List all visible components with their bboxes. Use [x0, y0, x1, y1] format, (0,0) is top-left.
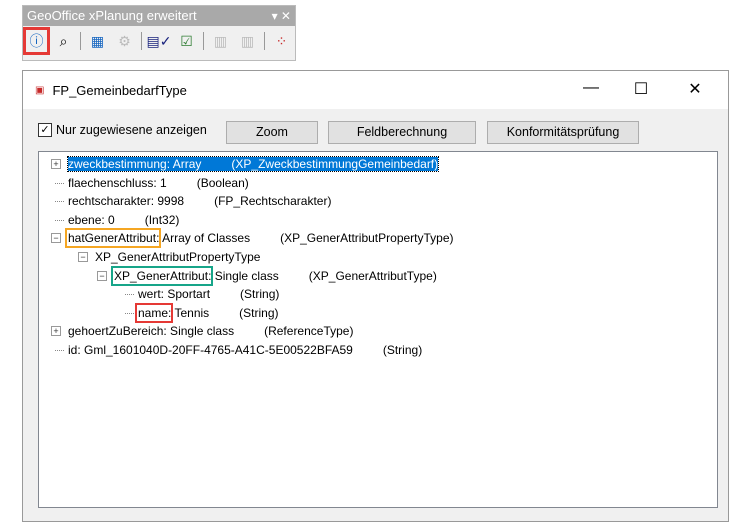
tree-node[interactable]: wert: Sportart (String) [138, 285, 279, 303]
node-value: : Single class [163, 324, 235, 339]
properties-window: ▣ FP_GemeinbedarfType — ☐ ✕ ✓ Nur zugewi… [22, 70, 729, 522]
node-name: rechtscharakter [68, 194, 151, 209]
tree-connector [55, 182, 64, 184]
separator [141, 32, 142, 50]
node-value: : 0 [101, 212, 115, 227]
window-title: FP_GemeinbedarfType [52, 82, 187, 98]
node-type: (String) [240, 287, 280, 302]
table-check-icon[interactable]: ▤✓ [146, 30, 171, 52]
window-app-icon: ▣ [35, 84, 45, 96]
node-name: gehoertZuBereich [68, 324, 164, 339]
info-feature-icon[interactable]: ⓘ [22, 27, 51, 55]
separator [202, 32, 204, 50]
node-value: : 9998 [150, 194, 185, 209]
toolbar-title: GeoOffice xPlanung erweitert ▾ ✕ [23, 6, 295, 26]
zoom-button[interactable]: Zoom [226, 121, 318, 144]
tree-node[interactable]: hatGenerAttribut: Array of Classes (XP_Ge… [65, 228, 454, 249]
tree-connector [55, 350, 64, 351]
tree-node[interactable]: flaechenschluss: 1 (Boolean) [68, 174, 249, 192]
toolbar-controls[interactable]: ▾ ✕ [272, 6, 291, 26]
tree-connector [125, 294, 134, 296]
node-value: : 1 [153, 175, 167, 190]
tree-node[interactable]: id: Gml_1601040D-20FF-4765-A41C-5E00522B… [68, 341, 422, 359]
node-name: XP_GenerAttributPropertyType [95, 250, 261, 264]
tree-node[interactable]: rechtscharakter: 9998 (FP_Rechtscharakter… [68, 192, 331, 210]
node-value: : Array of Classes [156, 231, 251, 246]
separator [80, 32, 81, 50]
node-name: id [68, 343, 78, 357]
point-edit-icon[interactable]: ⁘ [271, 30, 292, 52]
highlight-box [135, 302, 173, 323]
maximize-button[interactable]: ☐ [621, 79, 661, 99]
tree-node[interactable]: zweckbestimmung: Array (XP_Zweckbestimmun… [66, 155, 440, 173]
node-value: : Sportart [160, 287, 211, 302]
collapse-icon[interactable]: − [97, 270, 107, 281]
node-type: (XP_ZweckbestimmungGemeinbedarf) [231, 157, 439, 171]
tree-connector [55, 219, 64, 221]
highlight-box [111, 265, 213, 286]
grid-check-icon[interactable]: ☑ [176, 30, 197, 52]
expand-icon[interactable]: + [51, 159, 61, 169]
node-type: (Int32) [144, 212, 180, 227]
tree-node[interactable]: XP_GenerAttribut: Single class (XP_GenerA… [111, 265, 437, 286]
calculator-icon[interactable]: ▦ [87, 30, 108, 52]
tree-node[interactable]: ebene: 0 (Int32) [68, 211, 179, 229]
konformitaetspruefung-button[interactable]: Konformitätsprüfung [487, 121, 639, 144]
highlight-box [65, 228, 161, 249]
tree-connector [125, 312, 134, 314]
node-type: (FP_Rechtscharakter) [214, 194, 332, 209]
checkbox-icon[interactable]: ✓ [38, 123, 52, 137]
tree-connector [55, 201, 64, 203]
node-type: (XP_GenerAttributType) [308, 268, 437, 283]
import-disabled-icon: ▥ [240, 32, 255, 49]
node-name: wert [138, 287, 161, 302]
collapse-icon[interactable]: − [78, 252, 88, 262]
separator [263, 32, 265, 50]
property-tree[interactable]: zweckbestimmung: Array (XP_Zweckbestimmun… [38, 151, 718, 508]
feldberechnung-button[interactable]: Feldberechnung [328, 121, 476, 144]
node-type: (String) [382, 343, 423, 357]
tree-node[interactable]: XP_GenerAttributPropertyType [95, 248, 290, 266]
node-value: : Gml_1601040D-20FF-4765-A41C-5E00522BFA… [77, 343, 353, 357]
close-button[interactable]: ✕ [675, 79, 715, 99]
export-disabled-icon: ▥ [213, 32, 228, 49]
node-value: : Array [166, 157, 202, 171]
binoculars-icon[interactable]: ⌕ [53, 30, 74, 52]
node-name: flaechenschluss [68, 175, 154, 190]
node-type: (XP_GenerAttributPropertyType) [280, 231, 454, 246]
node-type: (Boolean) [196, 175, 249, 190]
node-value: : Tennis [168, 305, 210, 320]
node-type: (ReferenceType) [264, 324, 354, 339]
only-assigned-checkbox[interactable]: ✓ Nur zugewiesene anzeigen [38, 123, 207, 137]
node-name: ebene [68, 212, 102, 227]
collapse-icon[interactable]: − [51, 233, 61, 244]
node-type: (String) [239, 305, 279, 320]
geooffice-toolbar: GeoOffice xPlanung erweitert ▾ ✕ ⓘ ⌕ ▦ ⚙ … [22, 5, 296, 61]
node-value: : Single class [208, 268, 279, 283]
tree-node[interactable]: gehoertZuBereich: Single class (Reference… [68, 322, 353, 340]
node-name: zweckbestimmung [68, 157, 167, 171]
minimize-button[interactable]: — [571, 79, 611, 97]
tree-node[interactable]: name: Tennis (String) [135, 302, 279, 323]
expand-icon[interactable]: + [51, 326, 61, 337]
settings-disabled-icon: ⚙ [118, 32, 131, 49]
